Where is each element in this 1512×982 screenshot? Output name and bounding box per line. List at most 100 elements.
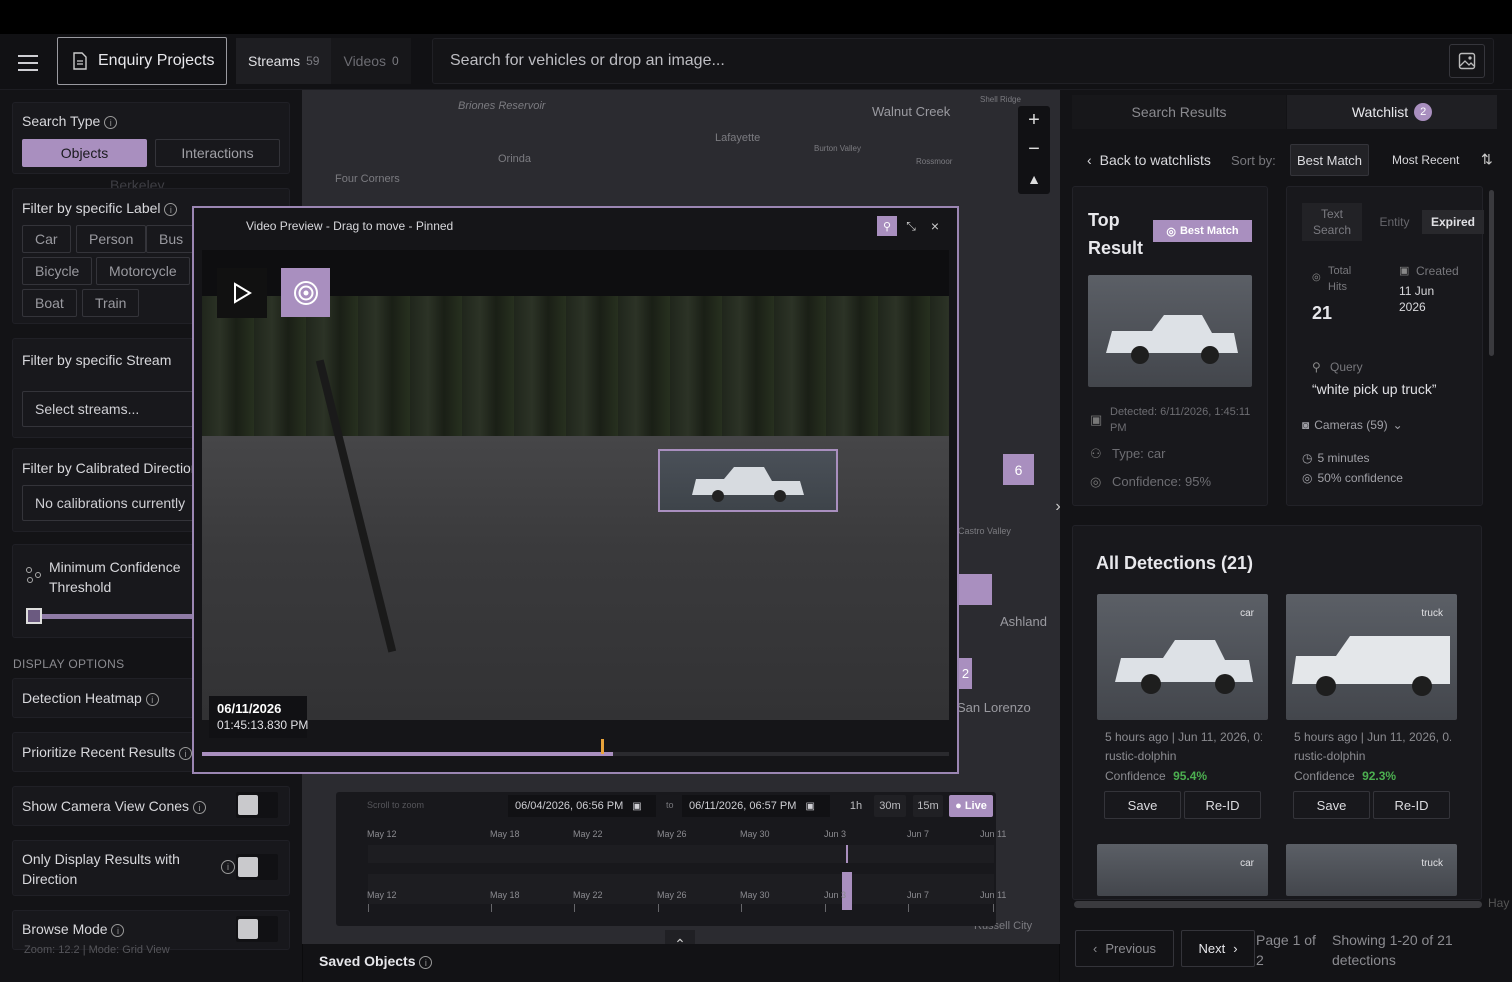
confidence-slider-handle[interactable]	[26, 608, 42, 624]
close-icon[interactable]: ×	[927, 216, 943, 236]
detection-thumbnail[interactable]: car	[1097, 594, 1268, 720]
sort-order-icon[interactable]: ⇅	[1481, 151, 1493, 168]
window-top-bar	[0, 0, 1512, 34]
detection-box[interactable]	[658, 449, 838, 512]
label-chip-boat[interactable]: Boat	[22, 289, 77, 317]
info-icon[interactable]: i	[179, 747, 193, 760]
compass-button[interactable]: ▲	[1018, 164, 1050, 193]
scrollbar[interactable]	[1489, 190, 1494, 356]
search-input[interactable]: Search for vehicles or drop an image...	[432, 38, 1494, 84]
timeline-tick-label: Jun 3	[824, 829, 847, 839]
zoom-out-button[interactable]: −	[1018, 135, 1050, 164]
detection-thumbnail[interactable]: car	[1097, 844, 1268, 896]
info-icon[interactable]: i	[221, 860, 235, 874]
label-chip-car[interactable]: Car	[22, 225, 71, 253]
created-label: Created	[1416, 264, 1459, 278]
timeline-tick-mark	[491, 904, 492, 912]
live-button[interactable]: ● Live	[949, 795, 993, 817]
info-icon[interactable]: i	[419, 956, 433, 969]
target-button[interactable]	[281, 268, 330, 317]
display-options-heading: DISPLAY OPTIONS	[13, 657, 125, 671]
label-chip-bicycle[interactable]: Bicycle	[22, 257, 93, 285]
direction-only-label: Only Display Results with Direction	[22, 851, 180, 887]
range-30m-button[interactable]: 30m	[874, 795, 906, 817]
no-calibrations-label: No calibrations currently	[35, 495, 186, 511]
label-chip-person[interactable]: Person	[76, 225, 147, 253]
zoom-in-button[interactable]: +	[1018, 106, 1050, 135]
type-objects-button[interactable]: Objects	[22, 139, 147, 167]
select-streams-dropdown[interactable]: Select streams...	[22, 391, 200, 427]
label-chip-train[interactable]: Train	[82, 289, 140, 317]
timeline-tick-label: May 26	[657, 829, 687, 839]
document-icon	[73, 52, 87, 70]
detection-type: Type: car	[1112, 446, 1166, 461]
filter-label-title: Filter by specific Label i	[22, 200, 178, 216]
back-to-watchlists-link[interactable]: ‹ Back to watchlists	[1087, 152, 1211, 168]
tab-watchlist[interactable]: Watchlist 2	[1287, 95, 1497, 129]
detection-confidence: Confidence: 95%	[1112, 474, 1212, 489]
zoom-status: Zoom: 12.2 | Mode: Grid View	[24, 944, 170, 956]
detected-timestamp: Detected: 6/11/2026, 1:45:11 PM	[1110, 406, 1251, 434]
timeline-from-input[interactable]: 06/04/2026, 06:56 PM ▣	[508, 795, 656, 817]
timeline-tick-label: May 22	[573, 829, 603, 839]
detection-thumbnail[interactable]: truck	[1286, 844, 1457, 896]
cameras-dropdown[interactable]: ◙ Cameras (59) ⌄	[1302, 418, 1403, 432]
reid-button[interactable]: Re-ID	[1373, 791, 1450, 819]
direction-only-toggle[interactable]	[236, 854, 278, 880]
save-button[interactable]: Save	[1293, 791, 1370, 819]
video-playhead[interactable]	[600, 739, 604, 754]
tab-streams[interactable]: Streams 59	[236, 38, 332, 84]
type-interactions-button[interactable]: Interactions	[155, 139, 280, 167]
image-search-button[interactable]	[1449, 44, 1485, 78]
hits-icon: ◎	[1312, 272, 1321, 283]
info-icon[interactable]: i	[164, 203, 178, 216]
tab-videos[interactable]: Videos 0	[331, 38, 411, 84]
info-icon[interactable]: i	[192, 801, 206, 814]
mode-expired[interactable]: Expired	[1422, 210, 1484, 234]
saved-objects-title[interactable]: Saved Objects i	[319, 953, 433, 969]
label-chip-motorcycle[interactable]: Motorcycle	[96, 257, 190, 285]
timeline-to-input[interactable]: 06/11/2026, 06:57 PM ▣	[682, 795, 830, 817]
next-page-button[interactable]: Next ›	[1181, 930, 1255, 967]
play-button[interactable]	[217, 268, 267, 318]
horizontal-scrollbar[interactable]	[1074, 901, 1482, 908]
confidence-slider-track[interactable]	[30, 614, 195, 619]
timeline-tick-label: Jun 3	[824, 890, 847, 900]
sort-most-recent-button[interactable]: Most Recent	[1392, 153, 1459, 167]
query-label: Query	[1330, 360, 1363, 374]
top-result-thumbnail[interactable]	[1088, 275, 1252, 387]
range-1h-button[interactable]: 1h	[845, 795, 867, 817]
timeline-tick-label: May 22	[573, 890, 603, 900]
tab-search-results[interactable]: Search Results	[1072, 95, 1286, 129]
timeline-track-top[interactable]	[368, 845, 994, 863]
mode-entity[interactable]: Entity	[1371, 210, 1418, 234]
enquiry-projects-button[interactable]: Enquiry Projects	[57, 37, 227, 85]
chevron-left-icon: ‹	[1087, 152, 1092, 168]
info-icon[interactable]: i	[111, 924, 125, 937]
label-chip-bus[interactable]: Bus	[146, 225, 197, 253]
calendar-icon: ▣	[805, 800, 815, 812]
previous-page-button[interactable]: ‹ Previous	[1075, 930, 1174, 967]
timeline-tick-mark	[741, 904, 742, 912]
info-icon[interactable]: i	[145, 693, 159, 706]
sort-best-match-button[interactable]: Best Match	[1290, 144, 1369, 176]
type-interactions-label: Interactions	[181, 145, 254, 161]
mode-text-search[interactable]: Text Search	[1302, 203, 1362, 241]
showing-count: Showing 1-20 of 21 detections	[1332, 932, 1453, 968]
direction-dropdown[interactable]: No calibrations currently	[22, 485, 200, 521]
browse-mode-toggle[interactable]	[236, 916, 278, 942]
minimize-icon[interactable]: ⤡	[903, 216, 919, 236]
info-icon[interactable]: i	[104, 116, 118, 129]
pin-icon[interactable]: ⚲	[877, 216, 897, 236]
timeline-tick-mark	[993, 904, 994, 912]
camera-cones-toggle[interactable]	[236, 792, 278, 818]
map-cluster-marker[interactable]	[959, 574, 992, 605]
map-cluster-marker[interactable]: 6	[1003, 454, 1034, 485]
detection-thumbnail[interactable]: truck	[1286, 594, 1457, 720]
map-cluster-marker[interactable]: 2	[959, 658, 972, 689]
reid-button[interactable]: Re-ID	[1184, 791, 1261, 819]
menu-icon[interactable]	[14, 50, 42, 74]
tab-streams-label: Streams	[248, 53, 301, 69]
range-15m-button[interactable]: 15m	[913, 795, 943, 817]
save-button[interactable]: Save	[1104, 791, 1181, 819]
